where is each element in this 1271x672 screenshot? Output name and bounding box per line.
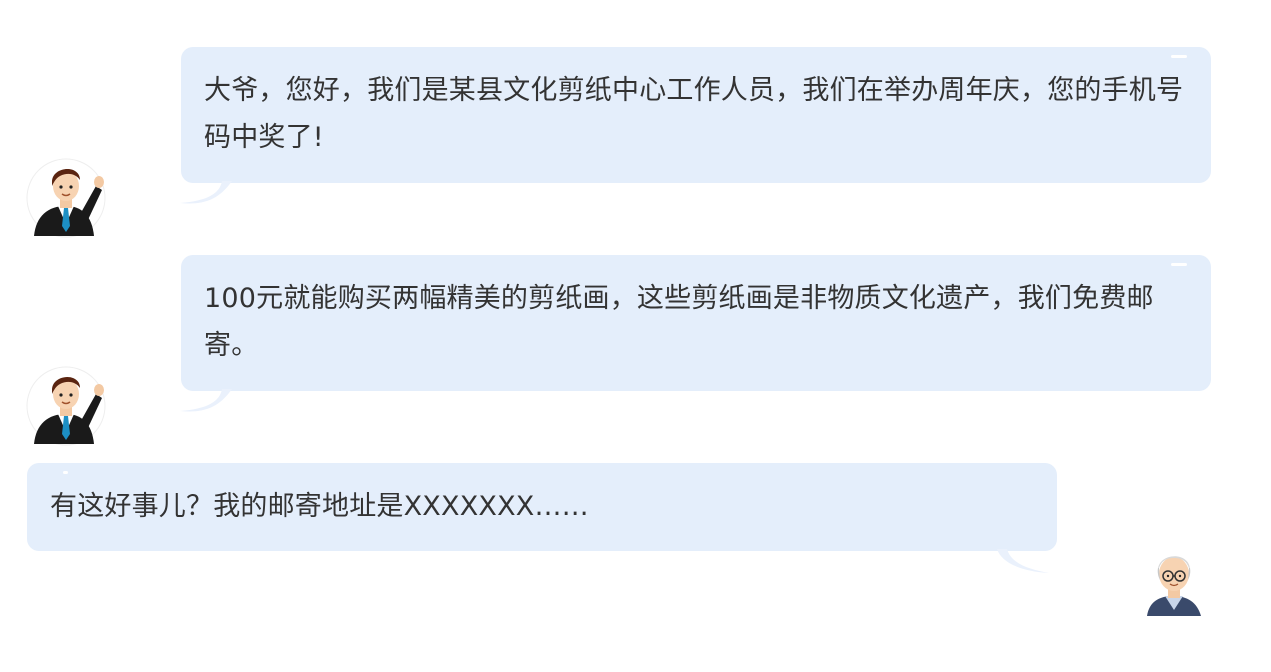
message-text: 大爷，您好，我们是某县文化剪纸中心工作人员，我们在举办周年庆，您的手机号码中奖了…: [204, 75, 1184, 153]
elderly-man-avatar-icon: [1137, 538, 1217, 618]
bubble-highlight-mark: [1171, 55, 1187, 58]
chat-bubble-agent-1: 大爷，您好，我们是某县文化剪纸中心工作人员，我们在举办周年庆，您的手机号码中奖了…: [181, 47, 1211, 183]
businessman-avatar-icon: [26, 158, 106, 238]
chat-bubble-elder: 有这好事儿？我的邮寄地址是XXXXXXX……: [27, 463, 1057, 551]
chat-conversation: 大爷，您好，我们是某县文化剪纸中心工作人员，我们在举办周年庆，您的手机号码中奖了…: [0, 0, 1271, 672]
bubble-tail: [180, 181, 232, 204]
bubble-highlight-mark: [1171, 263, 1187, 266]
businessman-avatar-icon: [26, 366, 106, 446]
chat-bubble-agent-2: 100元就能购买两幅精美的剪纸画，这些剪纸画是非物质文化遗产，我们免费邮寄。: [181, 255, 1211, 391]
bubble-tail: [997, 549, 1049, 573]
message-text: 100元就能购买两幅精美的剪纸画，这些剪纸画是非物质文化遗产，我们免费邮寄。: [204, 283, 1154, 361]
bubble-tail: [180, 389, 232, 412]
bubble-highlight-mark: [63, 471, 68, 474]
message-text: 有这好事儿？我的邮寄地址是XXXXXXX……: [50, 491, 589, 522]
